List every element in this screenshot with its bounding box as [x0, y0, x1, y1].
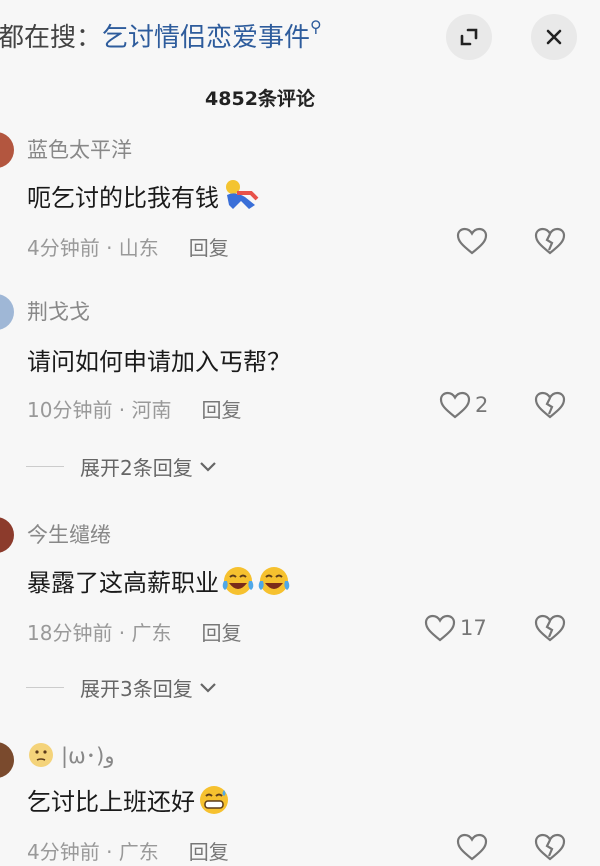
comment-time-location: 4分钟前 · 广东: [27, 840, 159, 864]
like-button[interactable]: [456, 832, 488, 862]
chevron-down-icon: [199, 461, 216, 472]
like-button[interactable]: 2: [439, 390, 488, 420]
comment-count: 4852条评论: [205, 88, 315, 110]
broken-heart-icon: [534, 227, 566, 255]
heart-icon: [439, 391, 471, 419]
comment-meta: 10分钟前 · 河南 回复: [27, 394, 242, 423]
divider: [26, 466, 64, 467]
divider: [26, 687, 64, 688]
expand-replies-button[interactable]: 展开2条回复: [26, 452, 219, 481]
reply-button[interactable]: 回复: [189, 236, 229, 260]
comment-author[interactable]: 荆戈戈: [27, 296, 90, 326]
comment-meta: 4分钟前 · 山东 回复: [27, 232, 229, 261]
broken-heart-icon: [534, 833, 566, 861]
search-header: 都在搜：乞讨情侣恋爱事件⚲: [0, 0, 600, 70]
comment-text-content: 暴露了这高薪职业: [27, 569, 219, 597]
chevron-down-icon: [199, 682, 216, 693]
comment-text: 乞讨比上班还好: [27, 782, 231, 817]
dislike-button[interactable]: [534, 226, 566, 260]
search-prefix: 都在搜：: [0, 23, 103, 53]
crying-laughing-emoji-icon: [222, 566, 254, 595]
thinking-face-icon: [29, 743, 53, 767]
comment-text: 暴露了这高薪职业: [27, 563, 291, 598]
broken-heart-icon: [534, 391, 566, 419]
minimize-icon: [460, 28, 478, 46]
crying-laughing-emoji-icon: [258, 566, 290, 595]
comment-time-location: 18分钟前 · 广东: [27, 621, 172, 645]
dislike-button[interactable]: [534, 613, 566, 647]
avatar[interactable]: [0, 517, 14, 553]
trending-search[interactable]: 都在搜：乞讨情侣恋爱事件⚲: [0, 17, 322, 54]
like-button[interactable]: 17: [424, 613, 487, 643]
comment-meta: 18分钟前 · 广东 回复: [27, 617, 242, 646]
like-count: 17: [460, 616, 487, 640]
reply-button[interactable]: 回复: [189, 840, 229, 864]
expand-replies-button[interactable]: 展开3条回复: [26, 673, 219, 702]
comment-text: 请问如何申请加入丐帮？: [27, 342, 291, 377]
dislike-button[interactable]: [534, 390, 566, 424]
heart-icon: [424, 614, 456, 642]
comment-author[interactable]: 今生缱绻: [27, 519, 111, 549]
like-count: 2: [475, 393, 489, 417]
broken-heart-icon: [534, 614, 566, 642]
avatar[interactable]: [0, 294, 14, 330]
heart-icon: [456, 833, 488, 861]
comment-text: 呃乞讨的比我有钱: [27, 178, 259, 213]
comment-text-content: 请问如何申请加入丐帮？: [27, 348, 291, 376]
avatar[interactable]: [0, 132, 14, 168]
comment-text-content: 呃乞讨的比我有钱: [27, 184, 219, 212]
dislike-button[interactable]: [534, 832, 566, 866]
comment-author-row: |ω･)و: [27, 740, 115, 770]
comment-author[interactable]: 蓝色太平洋: [27, 134, 132, 164]
comment-text-content: 乞讨比上班还好: [27, 788, 195, 816]
expand-replies-label: 展开3条回复: [80, 677, 193, 701]
reply-button[interactable]: 回复: [202, 398, 242, 422]
search-icon: ⚲: [310, 17, 322, 36]
minimize-button[interactable]: [446, 14, 492, 60]
close-button[interactable]: [531, 14, 577, 60]
heart-icon: [456, 227, 488, 255]
running-figure-emoji-icon: [226, 179, 259, 209]
search-topic-link[interactable]: 乞讨情侣恋爱事件: [102, 23, 310, 53]
comment-meta: 4分钟前 · 广东 回复: [27, 836, 229, 865]
avatar[interactable]: [0, 742, 14, 778]
comment-author[interactable]: |ω･)و: [61, 740, 115, 770]
close-icon: [546, 29, 562, 45]
expand-replies-label: 展开2条回复: [80, 456, 193, 480]
like-button[interactable]: [456, 226, 488, 256]
comment-time-location: 4分钟前 · 山东: [27, 236, 159, 260]
reply-button[interactable]: 回复: [202, 621, 242, 645]
grinning-sweat-emoji-icon: [200, 785, 228, 814]
comment-time-location: 10分钟前 · 河南: [27, 398, 172, 422]
